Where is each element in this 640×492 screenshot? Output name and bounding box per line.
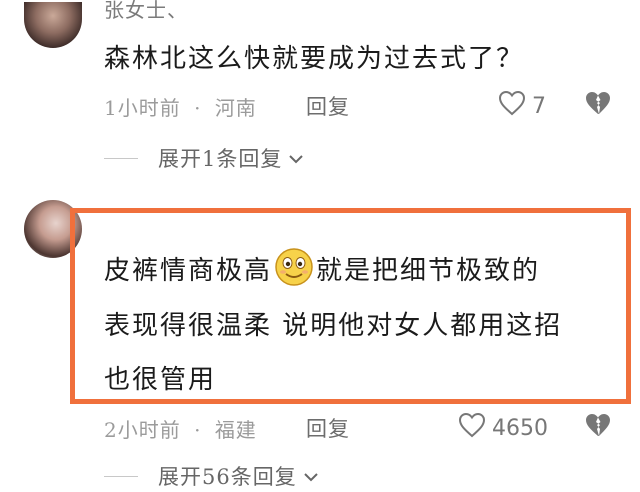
expand-replies-label: 展开1条回复 — [158, 147, 283, 171]
heart-icon — [498, 90, 526, 122]
like-button[interactable]: 4650 — [458, 412, 548, 444]
like-count: 7 — [532, 93, 546, 119]
broken-heart-icon — [584, 90, 612, 120]
comment-meta: 1小时前 · 河南 — [104, 92, 257, 121]
meta-separator: · — [194, 418, 202, 442]
comment-location: 福建 — [214, 418, 257, 442]
comment-meta: 2小时前 · 福建 — [104, 414, 257, 443]
like-button[interactable]: 7 — [498, 90, 546, 122]
like-count: 4650 — [492, 415, 548, 441]
comment-time: 2小时前 — [104, 418, 181, 442]
dislike-button[interactable] — [584, 90, 612, 120]
heart-icon — [458, 412, 486, 444]
dislike-button[interactable] — [584, 412, 612, 442]
avatar[interactable] — [24, 2, 82, 48]
smile-emoji-icon — [274, 247, 314, 287]
divider — [104, 157, 138, 159]
expand-replies-button[interactable]: 展开56条回复 — [104, 461, 319, 491]
comment-text-line: 皮裤情商极高 就是把细节极致的 — [104, 247, 540, 287]
comment-text-segment: 就是把细节极致的 — [316, 256, 541, 286]
comment-location: 河南 — [214, 96, 257, 120]
broken-heart-icon — [584, 412, 612, 442]
divider — [104, 475, 138, 477]
comment-text-line: 也很管用 — [104, 365, 217, 395]
comment-text: 森林北这么快就要成为过去式了？ — [104, 44, 525, 74]
expand-replies-button[interactable]: 展开1条回复 — [104, 143, 304, 173]
reply-button[interactable]: 回复 — [306, 413, 350, 443]
chevron-down-icon — [303, 464, 319, 488]
chevron-down-icon — [288, 146, 304, 170]
expand-replies-label: 展开56条回复 — [158, 465, 297, 489]
comment-text-line: 表现得很温柔 说明他对女人都用这招 — [104, 311, 563, 341]
username[interactable]: 张女士、 — [104, 0, 188, 23]
meta-separator: · — [194, 96, 202, 120]
comment-time: 1小时前 — [104, 96, 181, 120]
reply-button[interactable]: 回复 — [306, 91, 350, 121]
comment-text-segment: 皮裤情商极高 — [104, 256, 273, 286]
